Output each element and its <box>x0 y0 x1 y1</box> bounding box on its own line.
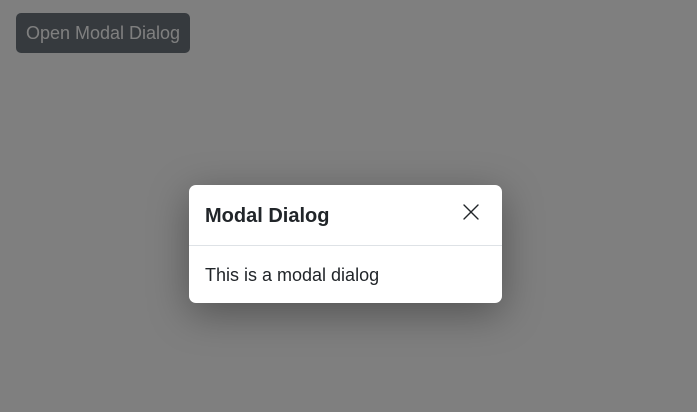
close-icon <box>463 204 479 220</box>
modal-dialog: Modal Dialog This is a modal dialog <box>189 185 502 303</box>
modal-close-button[interactable] <box>457 198 485 226</box>
modal-body: This is a modal dialog <box>189 246 502 303</box>
modal-header: Modal Dialog <box>189 185 502 246</box>
modal-title: Modal Dialog <box>205 205 330 227</box>
modal-body-text: This is a modal dialog <box>205 265 380 285</box>
